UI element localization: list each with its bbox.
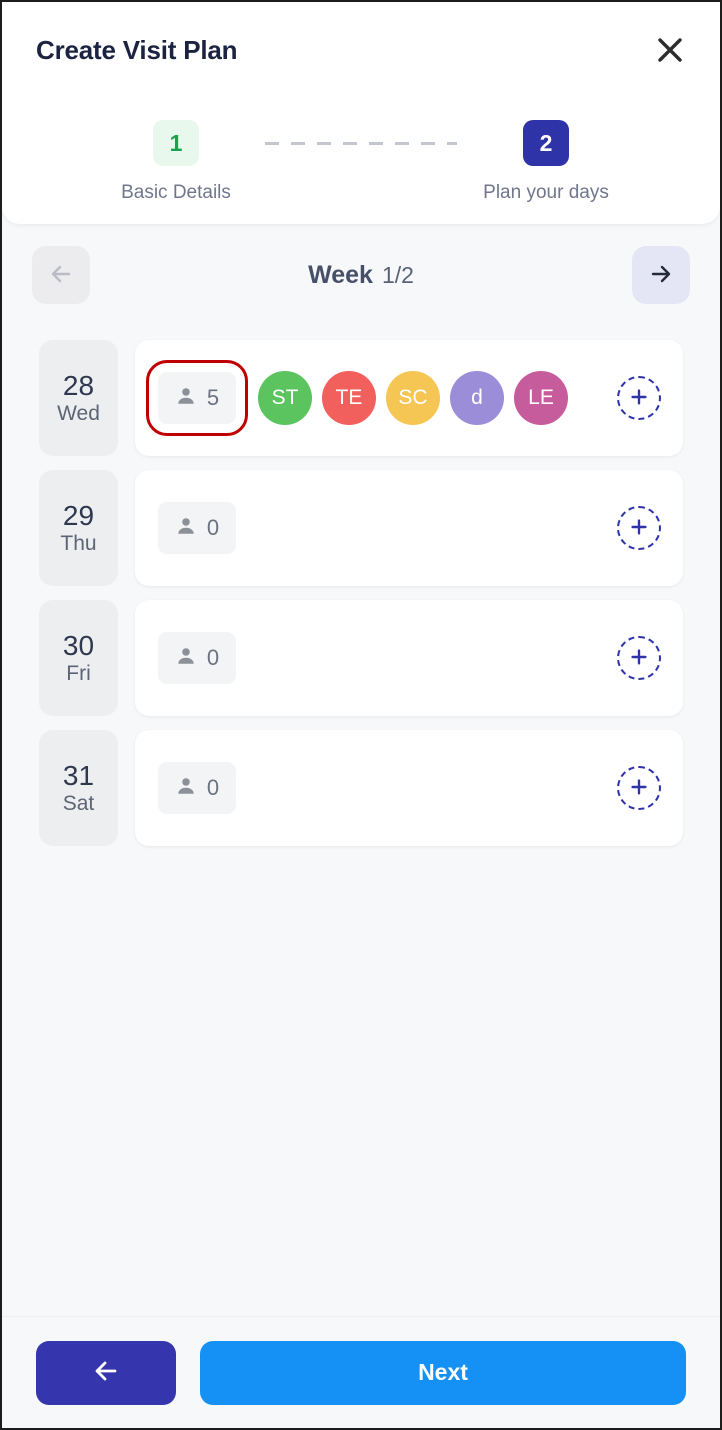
- person-icon: [175, 645, 197, 672]
- person-icon: [175, 775, 197, 802]
- date-weekday: Sat: [62, 791, 95, 815]
- date-weekday: Fri: [66, 661, 91, 685]
- avatar-initials: ST: [271, 386, 299, 409]
- date-tile[interactable]: 30 Fri: [39, 600, 118, 716]
- avatar[interactable]: SC: [386, 371, 440, 425]
- date-number: 29: [62, 500, 95, 532]
- date-number: 30: [62, 630, 95, 662]
- arrow-left-icon: [90, 1355, 122, 1390]
- date-tile[interactable]: 28 Wed: [39, 340, 118, 456]
- week-label: Week: [308, 260, 373, 289]
- add-visit-button[interactable]: [617, 766, 661, 810]
- visit-count-chip[interactable]: 0: [158, 762, 236, 814]
- avatar-group: ST TE SC d LE: [258, 371, 617, 425]
- avatar-initials: TE: [335, 386, 363, 409]
- day-row: 29 Thu 0: [39, 470, 683, 586]
- stepper: 1 Basic Details 2 Plan your days: [2, 120, 720, 204]
- visit-count: 5: [206, 385, 220, 410]
- avatar[interactable]: d: [450, 371, 504, 425]
- step-2-badge: 2: [523, 120, 569, 166]
- stepper-connector: [265, 142, 457, 145]
- date-weekday: Wed: [57, 401, 100, 425]
- visit-count-chip[interactable]: 0: [158, 632, 236, 684]
- date-weekday: Thu: [60, 531, 97, 555]
- modal-footer: Next: [2, 1316, 720, 1428]
- day-row: 31 Sat 0: [39, 730, 683, 846]
- date-number: 31: [62, 760, 95, 792]
- day-list: 28 Wed 5 ST TE SC d LE 29 Thu 0 30 Fri 0 31 Sat 0: [2, 340, 720, 860]
- day-card: 0: [135, 470, 683, 586]
- visit-count: 0: [206, 645, 220, 670]
- avatar-initials: SC: [398, 386, 428, 409]
- arrow-left-icon: [47, 260, 75, 291]
- plus-icon: [628, 776, 650, 801]
- avatar[interactable]: ST: [258, 371, 312, 425]
- step-basic-details[interactable]: 1 Basic Details: [87, 120, 265, 204]
- visit-count-chip[interactable]: 0: [158, 502, 236, 554]
- visit-count-chip[interactable]: 5: [146, 360, 248, 436]
- page-title: Create Visit Plan: [36, 34, 238, 65]
- plus-icon: [628, 646, 650, 671]
- close-icon: [653, 33, 687, 67]
- avatar-initials: LE: [528, 386, 554, 409]
- add-visit-button[interactable]: [617, 636, 661, 680]
- person-icon: [175, 515, 197, 542]
- step-2-label: Plan your days: [483, 182, 609, 203]
- visit-plan-modal: Create Visit Plan 1 Basic Details 2 Plan…: [0, 0, 722, 1430]
- step-1-badge: 1: [153, 120, 199, 166]
- avatar[interactable]: TE: [322, 371, 376, 425]
- close-button[interactable]: [648, 28, 692, 72]
- plus-icon: [628, 386, 650, 411]
- next-button[interactable]: Next: [200, 1340, 686, 1405]
- arrow-right-icon: [647, 260, 675, 291]
- avatar[interactable]: LE: [514, 371, 568, 425]
- day-card: 5 ST TE SC d LE: [135, 340, 683, 456]
- modal-header-bar: Create Visit Plan: [2, 22, 720, 78]
- day-row: 30 Fri 0: [39, 600, 683, 716]
- visit-count: 0: [206, 515, 220, 540]
- day-card: 0: [135, 600, 683, 716]
- week-navigation: Week 1/2: [32, 246, 690, 304]
- week-count: 1/2: [381, 261, 414, 288]
- back-button[interactable]: [36, 1340, 176, 1405]
- previous-week-button[interactable]: [32, 246, 90, 304]
- date-number: 28: [62, 370, 95, 402]
- day-card: 0: [135, 730, 683, 846]
- day-row: 28 Wed 5 ST TE SC d LE: [39, 340, 683, 456]
- modal-header: Create Visit Plan 1 Basic Details 2 Plan…: [2, 2, 720, 224]
- date-tile[interactable]: 29 Thu: [39, 470, 118, 586]
- person-icon: [175, 385, 197, 412]
- add-visit-button[interactable]: [617, 376, 661, 420]
- add-visit-button[interactable]: [617, 506, 661, 550]
- avatar-initials: d: [471, 386, 483, 409]
- step-plan-your-days[interactable]: 2 Plan your days: [457, 120, 635, 204]
- plus-icon: [628, 516, 650, 541]
- step-1-label: Basic Details: [121, 182, 231, 203]
- visit-count: 0: [206, 775, 220, 800]
- date-tile[interactable]: 31 Sat: [39, 730, 118, 846]
- next-week-button[interactable]: [632, 246, 690, 304]
- week-title: Week 1/2: [308, 261, 414, 290]
